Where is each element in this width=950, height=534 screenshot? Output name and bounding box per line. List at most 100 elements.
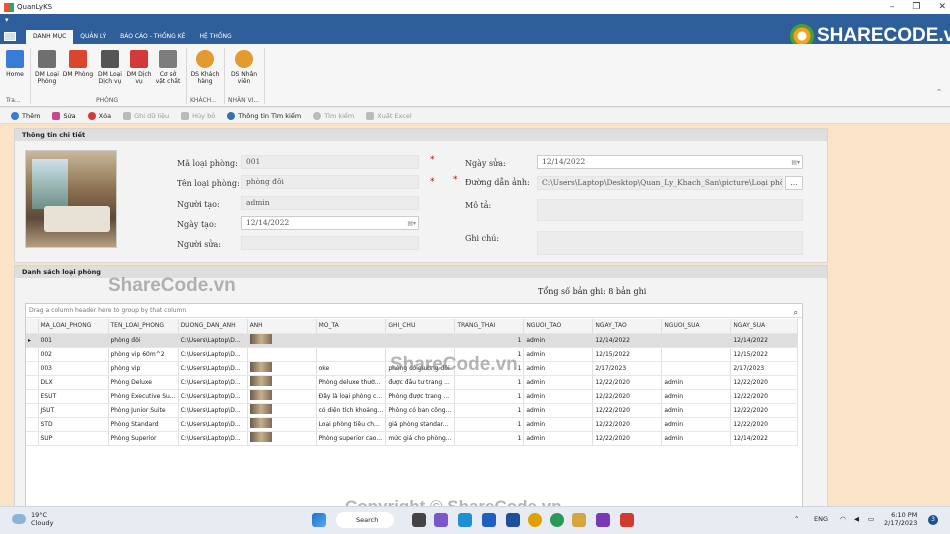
column-header-nguoi-tao[interactable]: NGUOI_TAO — [523, 319, 594, 334]
table-cell[interactable] — [247, 375, 317, 390]
app-menu-icon[interactable] — [4, 32, 16, 41]
column-header-trang-thai[interactable]: TRANG_THAI — [454, 319, 525, 334]
table-cell[interactable]: DLX — [38, 375, 109, 390]
table-cell[interactable] — [661, 347, 732, 362]
table-cell[interactable] — [247, 361, 317, 376]
table-cell[interactable]: 12/22/2020 — [592, 375, 663, 390]
table-cell[interactable]: Phòng Standard — [108, 417, 179, 432]
table-cell[interactable]: 2/17/2023 — [592, 361, 663, 376]
table-cell[interactable]: 12/22/2020 — [730, 417, 799, 432]
table-cell[interactable]: 12/22/2020 — [592, 389, 663, 404]
table-cell[interactable]: 2/17/2023 — [730, 361, 799, 376]
table-cell[interactable] — [247, 333, 317, 348]
table-cell[interactable]: 1 — [454, 375, 525, 390]
table-cell[interactable]: C:\Users\Laptop\D... — [178, 361, 248, 376]
ds-khach-hang-button[interactable]: DS Khách hàng — [190, 50, 220, 85]
column-header-ma-loai-phong[interactable]: MA_LOAI_PHONG — [38, 319, 109, 334]
quick-access-dropdown-icon[interactable]: ▾ — [5, 16, 9, 24]
table-cell[interactable]: 001 — [38, 333, 109, 348]
table-cell[interactable]: 12/22/2020 — [730, 389, 799, 404]
table-cell[interactable]: 003 — [38, 361, 109, 376]
table-cell[interactable]: C:\Users\Laptop\D... — [178, 431, 248, 446]
close-button[interactable]: ✕ — [938, 0, 946, 14]
table-cell[interactable]: 1 — [454, 417, 525, 432]
table-cell[interactable]: 1 — [454, 333, 525, 348]
table-cell[interactable]: 12/15/2022 — [730, 347, 799, 362]
chat-icon[interactable] — [434, 513, 448, 527]
undo-button[interactable]: Hủy bỏ — [176, 111, 220, 120]
clock[interactable]: 6:10 PM 2/17/2023 — [884, 511, 917, 527]
table-row[interactable]: ESUT Phòng Executive Su... C:\Users\Laptop… — [26, 389, 799, 404]
table-cell[interactable] — [247, 403, 317, 418]
dm-loai-dich-vu-button[interactable]: DM Loại Dịch vụ — [96, 50, 124, 85]
table-cell[interactable]: admin — [523, 417, 594, 432]
taskbar-search[interactable]: Search — [336, 512, 394, 528]
grid-search-icon[interactable]: ⌕ — [794, 306, 798, 319]
ghi-chu-field[interactable] — [537, 231, 803, 255]
table-cell[interactable]: Phòng superior cao... — [316, 431, 387, 446]
dm-loai-phong-button[interactable]: DM Loại Phòng — [34, 50, 60, 85]
table-cell[interactable]: Phòng được trang ... — [385, 389, 456, 404]
table-cell[interactable]: admin — [523, 375, 594, 390]
file-explorer-icon[interactable] — [572, 513, 586, 527]
table-cell[interactable]: admin — [661, 375, 732, 390]
column-header-ten-loai-phong[interactable]: TEN_LOAI_PHONG — [108, 319, 179, 334]
weather-widget[interactable]: 19°C Cloudy — [12, 511, 53, 527]
task-view-icon[interactable] — [412, 513, 426, 527]
collapse-ribbon-icon[interactable]: ⌃ — [936, 88, 942, 96]
calendar-dropdown-icon[interactable]: ▤▾ — [407, 218, 416, 230]
ngay-tao-datepicker[interactable]: 12/14/2022 ▤▾ — [241, 216, 419, 230]
group-panel[interactable]: Drag a column header here to group by th… — [26, 304, 802, 318]
battery-icon[interactable]: ▭ — [868, 515, 874, 523]
table-cell[interactable] — [247, 347, 317, 362]
duong-dan-anh-field[interactable]: C:\Users\Laptop\Desktop\Quan_Ly_Khach_Sa… — [537, 176, 783, 190]
table-cell[interactable]: admin — [661, 403, 732, 418]
table-cell[interactable] — [247, 417, 317, 432]
table-cell[interactable]: có diện tích khoảng... — [316, 403, 387, 418]
volume-icon[interactable]: ◀ — [854, 515, 859, 523]
table-cell[interactable]: Phòng có ban công... — [385, 403, 456, 418]
dm-phong-button[interactable]: DM Phòng — [62, 50, 94, 78]
table-cell[interactable] — [316, 333, 387, 348]
delete-button[interactable]: Xóa — [83, 111, 116, 120]
column-header-mo-ta[interactable]: MO_TA — [316, 319, 387, 334]
table-cell[interactable]: C:\Users\Laptop\D... — [178, 417, 248, 432]
table-cell[interactable]: oke — [316, 361, 387, 376]
column-header-ngay-sua[interactable]: NGAY_SUA — [730, 319, 799, 334]
tab-he-thong[interactable]: HỆ THỐNG — [192, 30, 238, 44]
save-button[interactable]: Ghi dữ liệu — [118, 111, 174, 120]
table-cell[interactable]: Phòng Deluxe — [108, 375, 179, 390]
notification-badge[interactable]: 3 — [928, 515, 938, 525]
search-button[interactable]: Tìm kiếm — [308, 111, 359, 120]
table-cell[interactable]: Phòng deluxe thườ... — [316, 375, 387, 390]
language-indicator[interactable]: ENG — [814, 515, 828, 523]
column-header-nguoi-sua[interactable]: NGUOI_SUA — [661, 319, 732, 334]
table-cell[interactable]: 1 — [454, 389, 525, 404]
maximize-button[interactable]: ❐ — [912, 0, 920, 14]
table-cell[interactable]: C:\Users\Laptop\D... — [178, 389, 248, 404]
edge-icon[interactable] — [458, 513, 472, 527]
table-cell[interactable]: STD — [38, 417, 109, 432]
table-cell[interactable]: 12/14/2022 — [730, 431, 799, 446]
table-cell[interactable]: 12/22/2020 — [730, 375, 799, 390]
ds-nhan-vien-button[interactable]: DS Nhân viên — [228, 50, 260, 85]
table-cell[interactable]: C:\Users\Laptop\D... — [178, 403, 248, 418]
table-cell[interactable] — [247, 389, 317, 404]
table-row[interactable]: STD Phòng Standard C:\Users\Laptop\D... Loạ… — [26, 417, 799, 432]
tray-chevron-icon[interactable]: ⌃ — [794, 515, 799, 523]
column-header-ngay-tao[interactable]: NGAY_TAO — [592, 319, 663, 334]
table-cell[interactable]: 12/22/2020 — [592, 417, 663, 432]
word-icon[interactable] — [482, 513, 496, 527]
table-cell[interactable]: 12/22/2020 — [592, 431, 663, 446]
table-cell[interactable]: ESUT — [38, 389, 109, 404]
co-so-vat-chat-button[interactable]: Cơ sở vật chất — [154, 50, 182, 85]
table-row[interactable]: SUP Phòng Superior C:\Users\Laptop\D... Phò… — [26, 431, 799, 446]
search-info-button[interactable]: Thông tin Tìm kiếm — [222, 111, 306, 120]
table-cell[interactable]: admin — [523, 347, 594, 362]
table-cell[interactable] — [661, 361, 732, 376]
table-cell[interactable]: 12/22/2020 — [592, 403, 663, 418]
column-header-ghi-chu[interactable]: GHI_CHU — [385, 319, 456, 334]
mo-ta-field[interactable] — [537, 199, 803, 221]
export-excel-button[interactable]: Xuất Excel — [361, 111, 416, 120]
tab-danh-muc[interactable]: DANH MỤC — [26, 30, 74, 44]
